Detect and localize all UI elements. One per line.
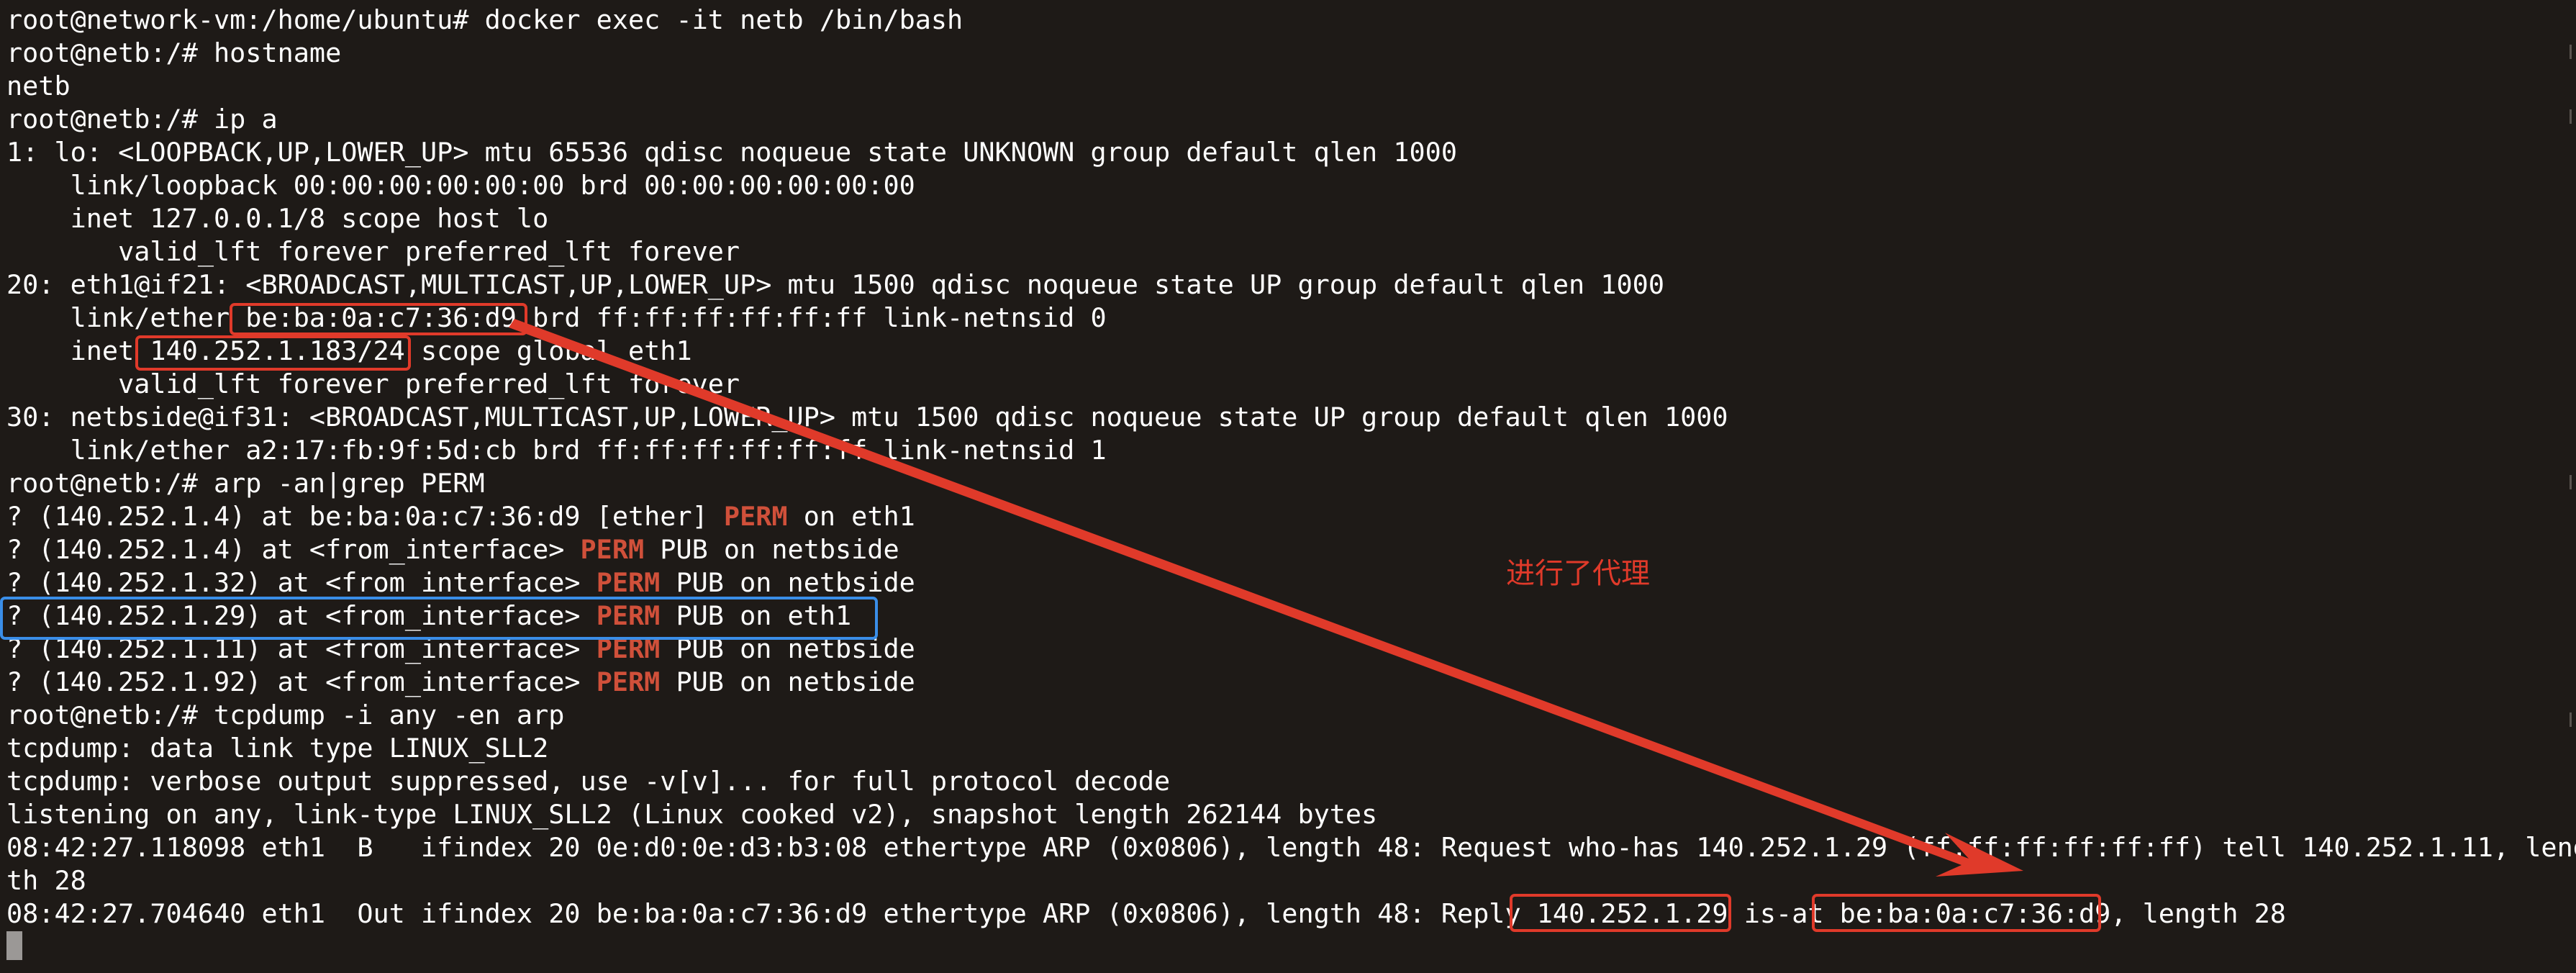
terminal-line: link/ether a2:17:fb:9f:5d:cb brd ff:ff:f… bbox=[6, 434, 1107, 467]
highlight-box-ip bbox=[135, 335, 411, 371]
line-text: ? (140.252.1.32) at <from_interface> bbox=[6, 567, 597, 598]
line-text: 30: netbside@if31: <BROADCAST,MULTICAST,… bbox=[6, 402, 1728, 433]
terminal-line: valid_lft forever preferred_lft forever bbox=[6, 235, 740, 268]
terminal-line: 20: eth1@if21: <BROADCAST,MULTICAST,UP,L… bbox=[6, 268, 1664, 302]
line-text: 1: lo: <LOOPBACK,UP,LOWER_UP> mtu 65536 … bbox=[6, 137, 1457, 168]
terminal-line: listening on any, link-type LINUX_SLL2 (… bbox=[6, 798, 1377, 831]
annotation-note: 进行了代理 bbox=[1506, 557, 1650, 590]
edge-mark bbox=[2570, 475, 2572, 489]
perm-flag: PERM bbox=[580, 534, 645, 565]
terminal-line: th 28 bbox=[6, 864, 86, 897]
line-text: inet 127.0.0.1/8 scope host lo bbox=[6, 203, 549, 234]
perm-flag: PERM bbox=[723, 501, 788, 532]
line-text: PUB on netbside bbox=[644, 534, 899, 565]
terminal-line: root@netb:/# hostname bbox=[6, 37, 341, 70]
terminal-line: netb bbox=[6, 70, 71, 103]
line-text: 20: eth1@if21: <BROADCAST,MULTICAST,UP,L… bbox=[6, 269, 1664, 300]
line-text: valid_lft forever preferred_lft forever bbox=[6, 236, 740, 267]
edge-mark bbox=[2570, 45, 2572, 59]
line-text: on eth1 bbox=[787, 501, 915, 532]
line-text: netb bbox=[6, 71, 71, 101]
line-text: root@netb:/# hostname bbox=[6, 37, 342, 68]
terminal-line: link/loopback 00:00:00:00:00:00 brd 00:0… bbox=[6, 169, 915, 202]
terminal-line: 08:42:27.118098 eth1 B ifindex 20 0e:d0:… bbox=[6, 831, 2576, 864]
terminal-line: root@netb:/# tcpdump -i any -en arp bbox=[6, 699, 564, 732]
perm-flag: PERM bbox=[596, 567, 661, 598]
terminal-cursor bbox=[6, 931, 22, 960]
line-text: root@netb:/# ip a bbox=[6, 104, 278, 135]
terminal-line: 30: netbside@if31: <BROADCAST,MULTICAST,… bbox=[6, 401, 1728, 434]
line-text: tcpdump: data link type LINUX_SLL2 bbox=[6, 733, 549, 764]
terminal-window[interactable]: root@network-vm:/home/ubuntu# docker exe… bbox=[0, 0, 2576, 973]
terminal-line: link/ether be:ba:0a:c7:36:d9 brd ff:ff:f… bbox=[6, 302, 1107, 335]
highlight-box-proxy-entry bbox=[0, 597, 878, 640]
line-text: ? (140.252.1.4) at <from_interface> bbox=[6, 534, 581, 565]
terminal-line: ? (140.252.1.4) at <from_interface> PERM… bbox=[6, 533, 899, 566]
terminal-line: tcpdump: verbose output suppressed, use … bbox=[6, 765, 1170, 798]
terminal-line: root@netb:/# ip a bbox=[6, 103, 278, 136]
line-text: root@netb:/# arp -an|grep PERM bbox=[6, 468, 485, 499]
line-text: valid_lft forever preferred_lft forever bbox=[6, 368, 740, 399]
line-text: PUB on netbside bbox=[660, 666, 915, 697]
line-text: link/ether be:ba:0a:c7:36:d9 brd ff:ff:f… bbox=[6, 302, 1107, 333]
line-text: link/ether a2:17:fb:9f:5d:cb brd ff:ff:f… bbox=[6, 435, 1107, 466]
highlight-box-reply-ip bbox=[1510, 894, 1731, 932]
terminal-line: inet 127.0.0.1/8 scope host lo bbox=[6, 202, 549, 235]
terminal-line: tcpdump: data link type LINUX_SLL2 bbox=[6, 732, 548, 765]
line-text: PUB on netbside bbox=[660, 567, 915, 598]
perm-flag: PERM bbox=[596, 666, 661, 697]
terminal-line: 1: lo: <LOOPBACK,UP,LOWER_UP> mtu 65536 … bbox=[6, 136, 1457, 169]
terminal-line: root@netb:/# arp -an|grep PERM bbox=[6, 467, 485, 500]
line-text: link/loopback 00:00:00:00:00:00 brd 00:0… bbox=[6, 170, 915, 201]
line-text: root@network-vm:/home/ubuntu# docker exe… bbox=[6, 4, 963, 35]
terminal-line: ? (140.252.1.92) at <from_interface> PER… bbox=[6, 666, 915, 699]
line-text: ? (140.252.1.4) at be:ba:0a:c7:36:d9 [et… bbox=[6, 501, 724, 532]
edge-mark bbox=[2570, 109, 2572, 124]
line-text: ? (140.252.1.92) at <from_interface> bbox=[6, 666, 597, 697]
highlight-box-mac bbox=[230, 303, 527, 335]
terminal-line: ? (140.252.1.32) at <from_interface> PER… bbox=[6, 566, 915, 599]
line-text: 08:42:27.118098 eth1 B ifindex 20 0e:d0:… bbox=[6, 832, 2576, 863]
terminal-line: root@network-vm:/home/ubuntu# docker exe… bbox=[6, 4, 963, 37]
line-text: tcpdump: verbose output suppressed, use … bbox=[6, 766, 1171, 797]
highlight-box-reply-mac bbox=[1812, 894, 2101, 932]
line-text: listening on any, link-type LINUX_SLL2 (… bbox=[6, 799, 1378, 830]
terminal-line: ? (140.252.1.4) at be:ba:0a:c7:36:d9 [et… bbox=[6, 500, 915, 533]
line-text: root@netb:/# tcpdump -i any -en arp bbox=[6, 700, 565, 730]
edge-mark bbox=[2570, 712, 2572, 727]
line-text: th 28 bbox=[6, 865, 86, 896]
terminal-line: valid_lft forever preferred_lft forever bbox=[6, 368, 740, 401]
